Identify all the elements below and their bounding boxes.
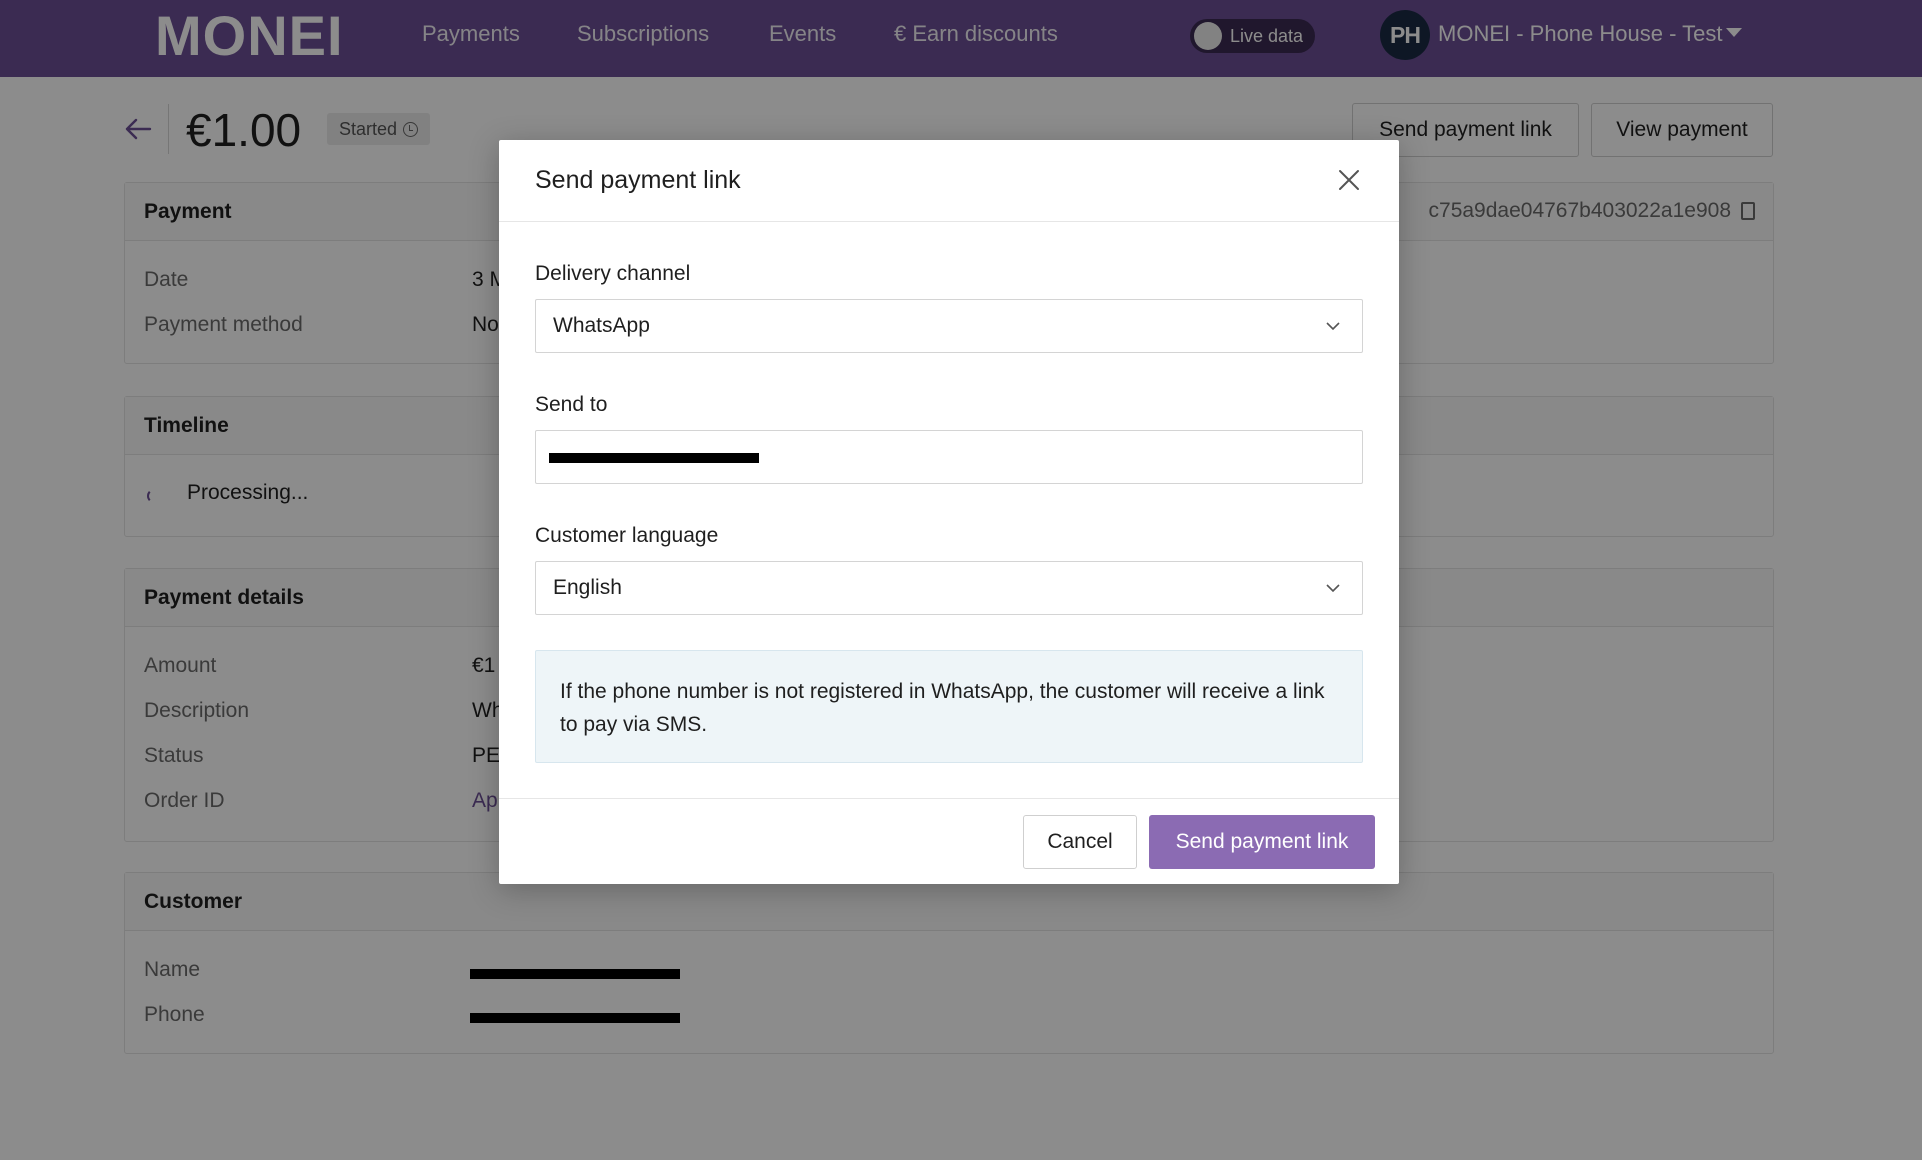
send-to-input[interactable] <box>535 430 1363 484</box>
customer-language-label: Customer language <box>535 524 719 547</box>
cancel-button[interactable]: Cancel <box>1023 815 1137 869</box>
delivery-channel-label: Delivery channel <box>535 262 691 285</box>
whatsapp-info-notice: If the phone number is not registered in… <box>535 650 1363 763</box>
modal-header: Send payment link <box>499 140 1399 222</box>
send-payment-link-modal: Send payment link Delivery channel Whats… <box>499 140 1399 884</box>
delivery-channel-value: WhatsApp <box>553 314 650 337</box>
send-to-label: Send to <box>535 393 608 416</box>
close-icon[interactable] <box>1337 168 1361 192</box>
customer-language-value: English <box>553 576 622 599</box>
submit-send-payment-link-button[interactable]: Send payment link <box>1149 815 1375 869</box>
redaction-bar <box>549 453 759 463</box>
chevron-down-icon <box>1326 584 1340 593</box>
modal-title: Send payment link <box>535 166 741 194</box>
modal-footer: Cancel Send payment link <box>499 798 1399 884</box>
chevron-down-icon <box>1326 322 1340 331</box>
customer-language-select[interactable]: English <box>535 561 1363 615</box>
delivery-channel-select[interactable]: WhatsApp <box>535 299 1363 353</box>
